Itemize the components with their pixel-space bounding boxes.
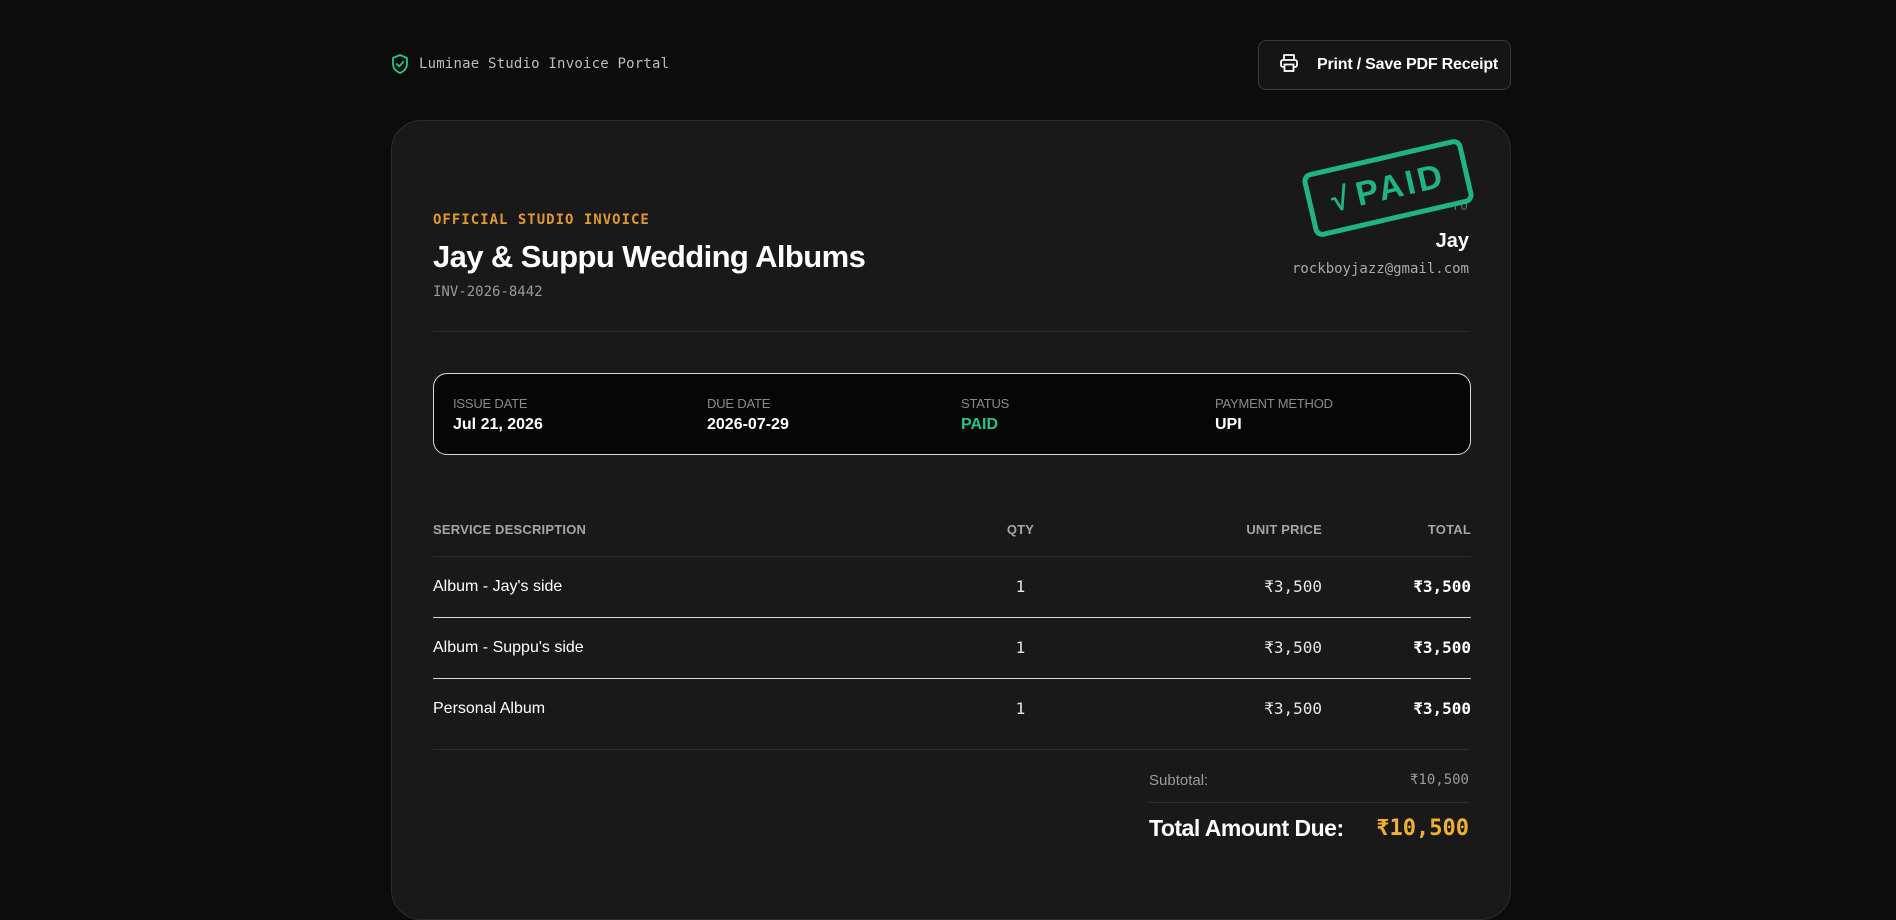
top-bar: Luminae Studio Invoice Portal Print / Sa… — [391, 40, 1511, 90]
paid-stamp: √ PAID — [1300, 137, 1476, 239]
item-total: ₹3,500 — [1413, 699, 1471, 719]
header-unit-price: UNIT PRICE — [1088, 504, 1322, 557]
due-date-value: 2026-07-29 — [707, 416, 789, 433]
status-label: STATUS — [961, 396, 1010, 411]
item-unit-price: ₹3,500 — [1088, 556, 1322, 618]
status: STATUS PAID — [961, 396, 1009, 434]
issue-date-label: ISSUE DATE — [453, 396, 528, 411]
subtotal-row: Subtotal: ₹10,500 — [1149, 769, 1469, 791]
subtotal-label: Subtotal: — [1149, 771, 1209, 789]
table-header-row: SERVICE DESCRIPTION QTY UNIT PRICE TOTAL — [433, 504, 1471, 557]
brand: Luminae Studio Invoice Portal — [391, 54, 669, 74]
item-total: ₹3,500 — [1322, 617, 1471, 679]
invoice-eyebrow: OFFICIAL STUDIO INVOICE — [433, 212, 650, 228]
payment-method-label: PAYMENT METHOD — [1215, 396, 1333, 411]
total-amount-due: ₹10,500 — [1376, 816, 1469, 841]
brand-text: Luminae Studio Invoice Portal — [419, 56, 670, 72]
item-description: Album - Suppu's side — [433, 617, 953, 679]
total-row: Total Amount Due: ₹10,500 — [1149, 815, 1469, 842]
printer-icon — [1279, 53, 1299, 78]
client-name: Jay — [1435, 230, 1469, 252]
item-description: Album - Jay's side — [433, 556, 953, 618]
divider — [433, 331, 1469, 332]
print-save-pdf-button[interactable]: Print / Save PDF Receipt — [1258, 40, 1511, 90]
header-qty: QTY — [953, 504, 1088, 557]
issue-date-value: Jul 21, 2026 — [453, 416, 543, 433]
invoice-number: INV-2026-8442 — [433, 284, 543, 300]
due-date: DUE DATE 2026-07-29 — [707, 396, 789, 434]
divider — [433, 749, 1469, 750]
client-email: rockboyjazz@gmail.com — [1291, 261, 1469, 277]
item-total: ₹3,500 — [1322, 556, 1471, 618]
item-qty: 1 — [1015, 699, 1026, 719]
issue-date: ISSUE DATE Jul 21, 2026 — [453, 396, 543, 434]
payment-method: PAYMENT METHOD UPI — [1215, 396, 1333, 434]
item-unit-price: ₹3,500 — [1088, 617, 1322, 679]
line-items-table: SERVICE DESCRIPTION QTY UNIT PRICE TOTAL… — [433, 504, 1471, 739]
item-unit-price: ₹3,500 — [1264, 699, 1322, 719]
subtotal-value: ₹10,500 — [1409, 772, 1469, 788]
item-qty: 1 — [953, 556, 1088, 618]
shield-check-icon — [391, 54, 409, 74]
header-description: SERVICE DESCRIPTION — [433, 504, 953, 557]
payment-method-value: UPI — [1215, 416, 1242, 433]
table-row: Album - Suppu's side 1 ₹3,500 ₹3,500 — [433, 617, 1471, 679]
item-qty: 1 — [953, 617, 1088, 679]
total-label: Total Amount Due: — [1149, 815, 1344, 841]
invoice-card: OFFICIAL STUDIO INVOICE Jay & Suppu Wedd… — [391, 120, 1511, 920]
table-row: Album - Jay's side 1 ₹3,500 ₹3,500 — [433, 556, 1471, 618]
invoice-title: Jay & Suppu Wedding Albums — [433, 239, 866, 274]
item-description: Personal Album — [433, 699, 546, 717]
check-icon: √ — [1327, 179, 1353, 219]
table-row: Personal Album 1 ₹3,500 ₹3,500 — [433, 678, 1471, 739]
due-date-label: DUE DATE — [707, 396, 771, 411]
invoice-meta-box: ISSUE DATE Jul 21, 2026 DUE DATE 2026-07… — [433, 373, 1471, 455]
divider — [1149, 802, 1469, 803]
totals-section: Subtotal: ₹10,500 Total Amount Due: ₹10,… — [1149, 769, 1469, 842]
stamp-text: PAID — [1351, 156, 1449, 214]
print-button-label: Print / Save PDF Receipt — [1317, 56, 1499, 73]
header-total: TOTAL — [1322, 504, 1471, 557]
status-badge: PAID — [961, 416, 999, 433]
